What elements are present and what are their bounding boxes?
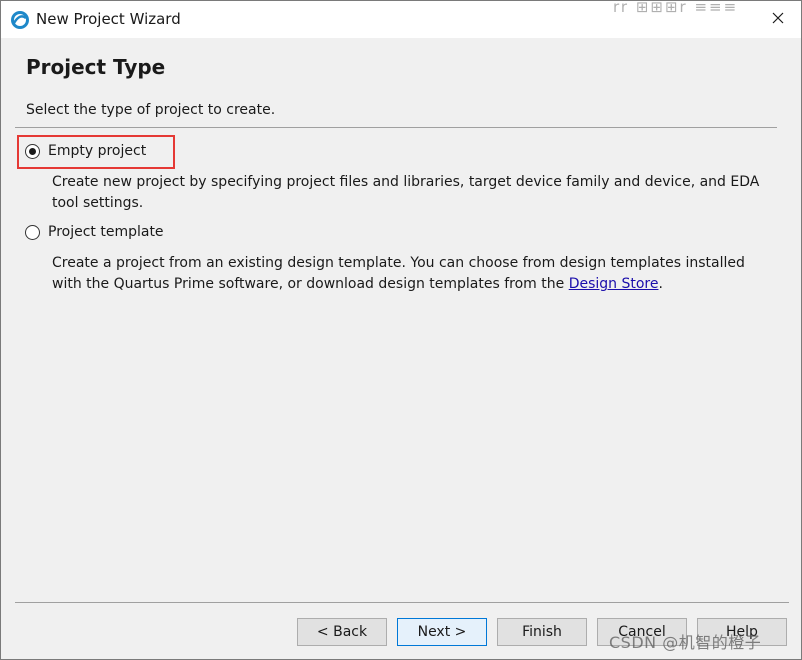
description-period: . <box>658 276 663 292</box>
project-template-option[interactable]: Project template <box>25 224 164 240</box>
project-template-radio[interactable] <box>25 224 40 240</box>
project-template-description: Create a project from an existing design… <box>52 253 772 295</box>
footer-divider <box>15 602 789 603</box>
empty-project-radio[interactable] <box>25 143 40 159</box>
next-button[interactable]: Next > <box>397 618 487 646</box>
close-button[interactable] <box>755 1 801 38</box>
title-bar: New Project Wizard rr ⊞⊞⊞r ≡≡≡ <box>1 1 801 38</box>
divider <box>15 127 777 128</box>
title-overlay-glyphs: rr ⊞⊞⊞r ≡≡≡ <box>613 0 739 16</box>
close-icon <box>772 12 784 28</box>
empty-project-option[interactable]: Empty project <box>25 143 146 159</box>
finish-button[interactable]: Finish <box>497 618 587 646</box>
quartus-app-icon <box>10 10 30 30</box>
empty-project-label: Empty project <box>48 143 147 159</box>
project-template-label: Project template <box>48 224 164 240</box>
wizard-window: New Project Wizard rr ⊞⊞⊞r ≡≡≡ Project T… <box>0 0 802 660</box>
empty-project-description: Create new project by specifying project… <box>52 174 760 211</box>
window-title: New Project Wizard <box>36 10 181 28</box>
page-title: Project Type <box>26 55 166 79</box>
instruction-text: Select the type of project to create. <box>26 102 276 118</box>
back-button[interactable]: < Back <box>297 618 387 646</box>
csdn-watermark: CSDN @机智的橙子 <box>609 633 762 652</box>
design-store-link[interactable]: Design Store <box>569 276 659 292</box>
